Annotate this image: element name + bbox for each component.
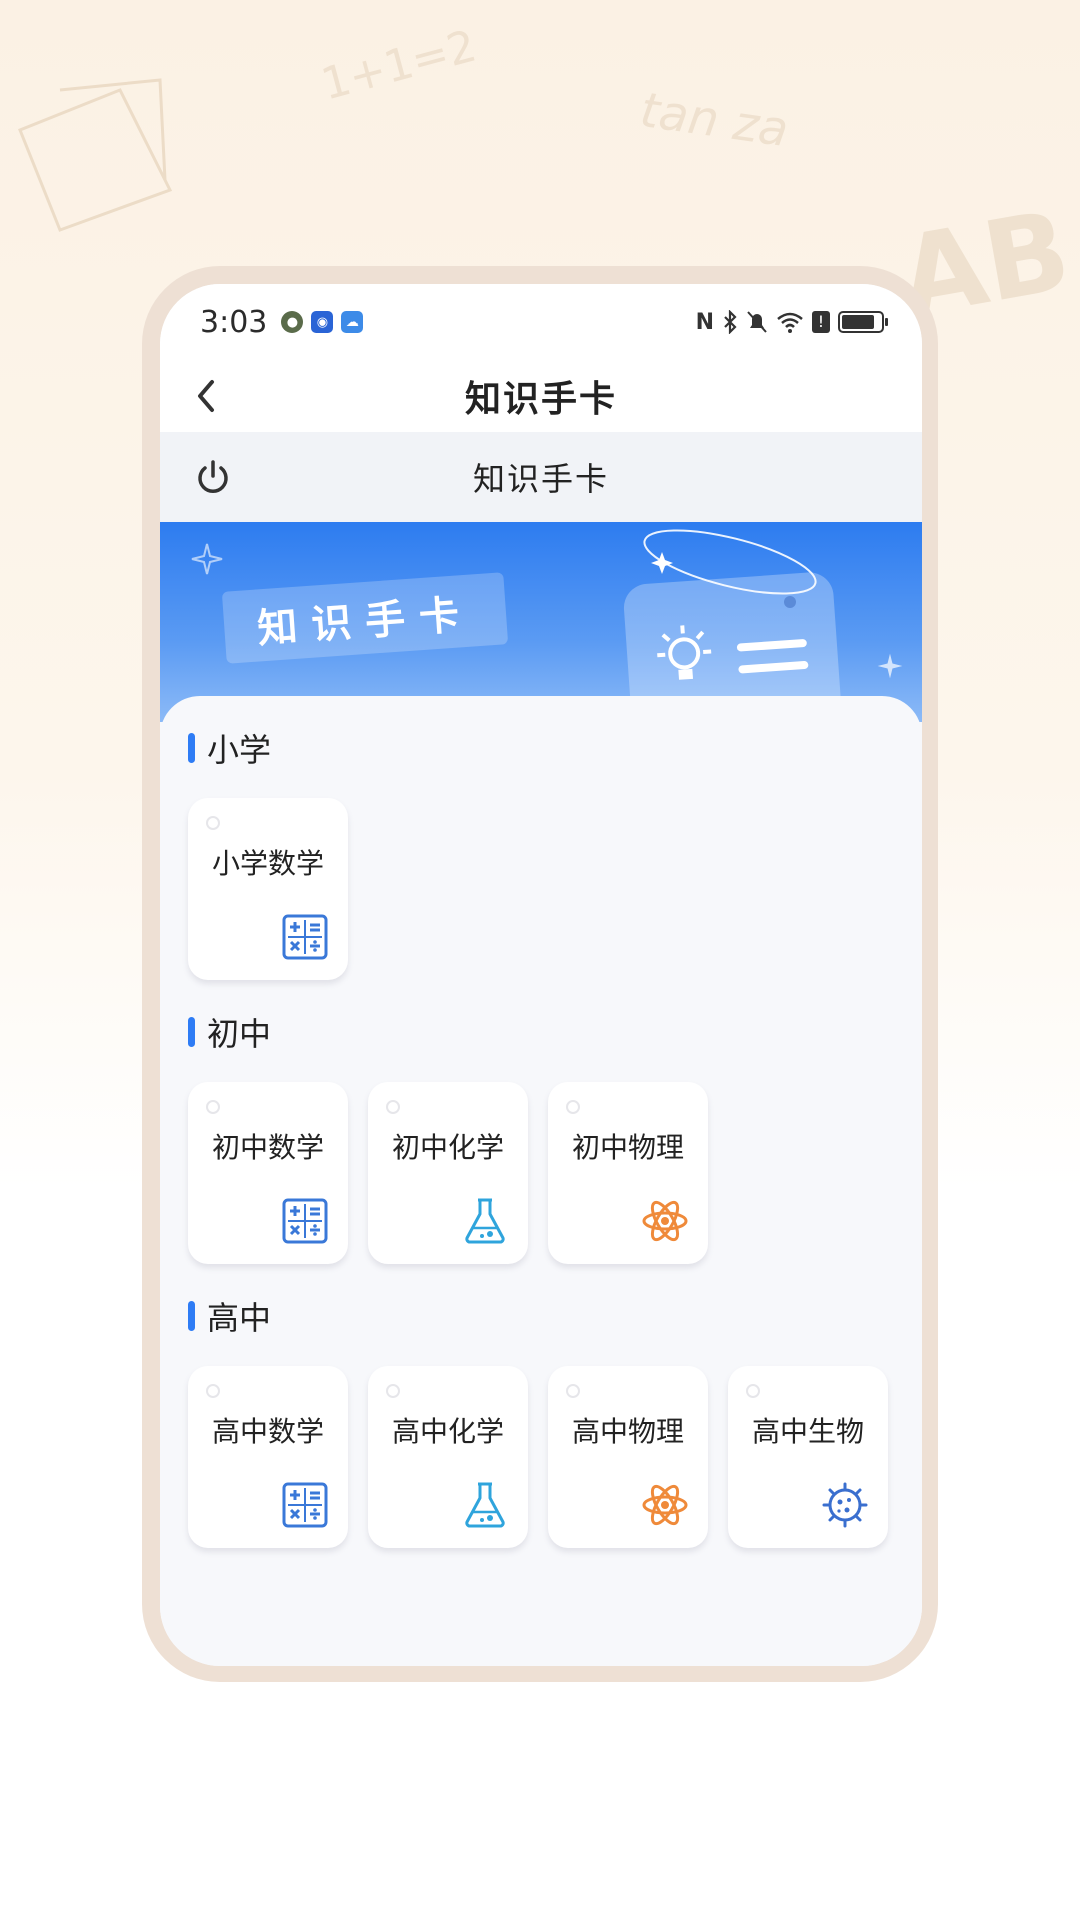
section-accent-bar [188,1017,195,1047]
sub-header-title: 知识手卡 [472,460,609,498]
subject-card-label: 高中物理 [571,1415,684,1448]
status-time: 3:03 [200,304,268,340]
background-doodle-text: tan za [636,81,792,159]
subject-card[interactable]: 高中数学 [188,1366,348,1548]
banner-line [738,660,809,674]
atom-icon [640,1196,690,1246]
chevron-left-icon [198,380,214,412]
page-title: 知识手卡 [464,379,617,420]
background-doodle-paper [18,78,173,232]
cell-icon [820,1480,870,1530]
banner: 知识手卡 [160,522,922,722]
section-title: 初中 [188,1012,272,1053]
subject-card[interactable]: 小学数学 [188,798,348,980]
subject-card-label: 小学数学 [211,847,324,880]
phone-screen: 3:03 ● ◉ ☁ N ! 知识手卡 知识手卡 知识手卡 小学 小学数学 初中… [160,284,922,1666]
card-dot [206,1100,220,1114]
alert-icon: ! [812,311,830,333]
subject-card-label: 初中数学 [211,1131,324,1164]
subject-card-label: 初中物理 [571,1131,684,1164]
subject-card[interactable]: 初中物理 [548,1082,708,1264]
subject-card[interactable]: 高中生物 [728,1366,888,1548]
nfc-icon: N [695,309,714,335]
cloud-app-icon: ☁ [341,311,364,333]
sparkle-icon [877,653,903,679]
wifi-icon [777,312,803,333]
subject-card-label: 高中数学 [211,1415,324,1448]
subject-card[interactable]: 初中数学 [188,1082,348,1264]
section-title-text: 初中 [207,1015,272,1053]
card-dot [746,1384,760,1398]
background-doodle-formula: 1+1=2 [316,20,482,111]
card-dot [386,1384,400,1398]
lightbulb-icon [657,625,712,680]
battery-icon [838,311,888,333]
back-button[interactable] [186,376,226,416]
card-dot [566,1100,580,1114]
card-dot [566,1384,580,1398]
power-icon[interactable] [194,458,232,496]
subject-card[interactable]: 初中化学 [368,1082,528,1264]
calculator-icon [280,1480,330,1530]
owl-app-icon: ● [281,311,304,333]
bluetooth-icon [724,310,737,334]
subject-card[interactable]: 高中物理 [548,1366,708,1548]
status-bar: 3:03 ● ◉ ☁ N ! [160,284,922,360]
battery-level [842,315,875,329]
subject-card-label: 高中化学 [391,1415,504,1448]
banner-line [736,638,808,652]
section-title-text: 小学 [207,731,272,769]
flask-icon [460,1480,510,1530]
flask-icon [460,1196,510,1246]
section-title: 高中 [188,1296,272,1337]
calculator-icon [280,912,330,962]
nav-bar: 知识手卡 [160,360,922,432]
bell-off-icon [747,311,767,333]
card-dot [206,816,220,830]
banner-tag: 知识手卡 [221,572,509,664]
section-title-text: 高中 [207,1299,272,1337]
section-title: 小学 [188,728,272,769]
card-dot [206,1384,220,1398]
sub-header: 知识手卡 [160,432,922,522]
subject-card-label: 初中化学 [391,1131,504,1164]
lightbulb-app-icon: ◉ [311,311,334,333]
sparkle-icon [191,543,223,575]
atom-icon [640,1480,690,1530]
card-dot [386,1100,400,1114]
subject-card[interactable]: 高中化学 [368,1366,528,1548]
section-accent-bar [188,733,195,763]
calculator-icon [280,1196,330,1246]
section-accent-bar [188,1301,195,1331]
banner-tag-text: 知识手卡 [255,591,475,653]
content-area: 小学小学数学初中初中数学 初中化学 初中物理高中高中数学 高中化学 高中物理 高中生物 [160,696,922,1666]
subject-card-label: 高中生物 [751,1415,864,1448]
